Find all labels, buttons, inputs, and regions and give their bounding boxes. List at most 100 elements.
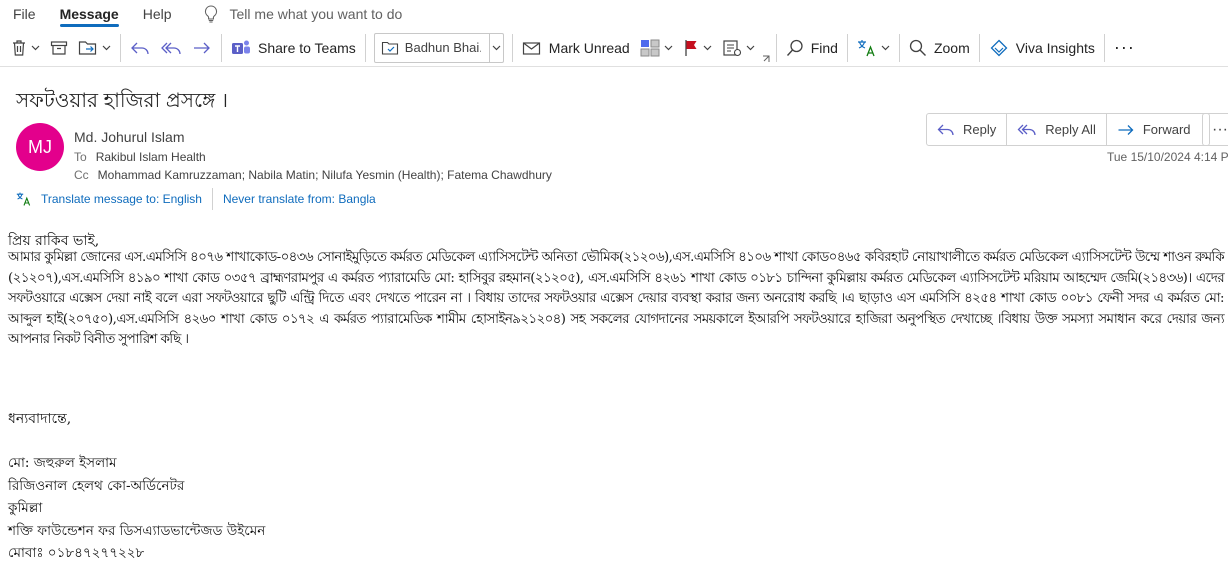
more-commands-label: ··· [1113,37,1135,57]
ribbon-divider [511,33,513,62]
chevron-down-icon [492,45,501,50]
viva-insights-button[interactable]: Viva Insights [984,32,1100,64]
undo-reply-button[interactable] [125,32,155,64]
reply-icon [937,124,954,135]
chevron-down-icon [703,45,712,50]
group-expander-button[interactable] [760,52,772,66]
ribbon-divider [775,33,777,62]
tell-me-text: Tell me what you want to do [229,6,403,22]
chevron-down-icon [102,45,111,50]
cc-value[interactable]: Mohammad Kamruzzaman; Nabila Matin; Nilu… [98,168,552,182]
ribbon-divider [221,33,222,62]
share-to-teams-label: Share to Teams [258,39,356,56]
reply-icon [131,42,149,54]
move-folder-icon [78,41,97,55]
menu-file[interactable]: File [13,6,36,22]
translate-message-link[interactable]: Translate message to: English [41,192,202,206]
zoom-icon [909,39,926,56]
translate-divider [211,188,213,210]
delete-button[interactable] [6,32,45,64]
avatar-initials: MJ [28,136,52,157]
quick-steps-dropdown[interactable] [488,33,503,62]
chevron-down-icon [664,45,673,50]
tell-me-search[interactable]: Tell me what you want to do [204,5,403,23]
chevron-down-icon [746,45,755,50]
move-button[interactable] [73,32,116,64]
never-translate-link[interactable]: Never translate from: Bangla [223,192,376,206]
viva-insights-icon [990,39,1008,56]
translate-button[interactable] [852,32,895,64]
mark-unread-label: Mark Unread [548,39,630,56]
archive-button[interactable] [45,32,73,64]
reply-all-button[interactable] [155,32,187,64]
translate-icon [857,39,875,56]
teams-icon [232,40,250,54]
archive-icon [50,40,68,55]
categorize-icon [640,39,660,56]
ribbon-toolbar: Share to Teams Badhun Bhai... Mark Unrea… [0,29,1228,67]
email-subject: সফটওয়ার হাজিরা প্রসঙ্গে । [16,90,229,112]
more-actions-label: ··· [1212,120,1228,138]
email-body-paragraph: আমার কুমিল্লা জোনের এস.এমসিসি ৪০৭৬ শাখাক… [8,250,1225,347]
avatar[interactable]: MJ [16,123,64,171]
find-button[interactable]: Find [781,32,843,64]
categorize-button[interactable] [635,32,678,64]
forward-label: Forward [1142,122,1191,137]
find-label: Find [810,39,838,56]
mark-unread-button[interactable]: Mark Unread [517,32,635,64]
signature-organization: শক্তি ফাউন্ডেশন ফর ডিসএ্যাডভান্টেজড উইমে… [8,522,266,539]
to-label: To [74,150,87,164]
zoom-button[interactable]: Zoom [904,32,975,64]
menu-bar: File Message Help Tell me what you want … [0,0,1228,28]
email-signature: মো: জহুরুল ইসলাম রিজিওনাল হেলথ কো-অর্ডিন… [8,452,1224,565]
search-icon [786,39,803,56]
ribbon-divider [846,33,848,62]
cc-label: Cc [74,168,89,182]
chevron-down-icon [881,45,890,50]
dialog-launcher-icon [762,55,770,62]
more-commands-button[interactable]: ··· [1109,32,1140,64]
message-date: Tue 15/10/2024 4:14 PM [1107,150,1228,164]
quick-step-icon [381,41,398,55]
policy-button[interactable] [717,32,760,64]
email-closing: ধন্যবাদান্তে, [8,411,72,427]
envelope-icon [522,41,540,55]
trash-icon [13,39,25,56]
ribbon-divider [898,33,900,62]
follow-up-flag-button[interactable] [678,32,717,64]
menu-help[interactable]: Help [143,6,172,22]
signature-title: রিজিওনাল হেলথ কো-অর্ডিনেটর [8,477,185,494]
forward-arrow-icon [194,42,210,53]
cc-recipients: Cc Mohammad Kamruzzaman; Nabila Matin; Ni… [74,168,552,182]
more-actions-button[interactable]: ··· [1202,113,1228,146]
menu-message[interactable]: Message [59,6,119,27]
ribbon-divider [364,33,366,62]
sender-name[interactable]: Md. Johurul Islam [74,129,184,145]
reply-button[interactable]: Reply [927,114,1008,145]
viva-insights-label: Viva Insights [1015,39,1095,56]
forward-button[interactable] [187,32,217,64]
forward-button[interactable]: Forward [1107,114,1209,145]
reply-all-label: Reply All [1045,122,1096,137]
share-to-teams-button[interactable]: Share to Teams [226,32,361,64]
zoom-label: Zoom [933,39,970,56]
translate-icon [16,192,31,206]
reply-all-icon [1017,124,1036,135]
signature-phone: মোবাঃ ০১৮৪৭২৭৭২২৮ [8,545,145,561]
signature-name: মো: জহুরুল ইসলাম [8,455,117,471]
forward-arrow-icon [1118,124,1134,135]
ribbon-divider [978,33,980,62]
quick-steps-combo[interactable]: Badhun Bhai... [373,32,504,63]
reply-label: Reply [963,122,997,137]
to-value[interactable]: Rakibul Islam Health [96,150,206,164]
reply-all-icon [161,42,181,54]
to-recipients: To Rakibul Islam Health [74,150,206,164]
clipboard-icon [723,39,741,56]
ribbon-divider [1103,33,1105,62]
reply-all-button[interactable]: Reply All [1007,114,1107,145]
signature-location: কুমিল্লা [8,500,43,516]
translate-bar: Translate message to: English Never tran… [16,188,376,210]
chevron-down-icon [31,45,40,50]
reply-actions: Reply Reply All Forward [926,113,1210,146]
quick-steps-value: Badhun Bhai... [404,40,481,55]
